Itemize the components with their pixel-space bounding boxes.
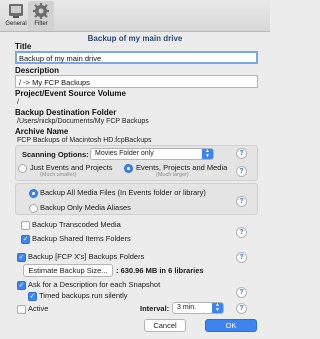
- interval-value: 3 min.: [177, 304, 197, 311]
- events-media-label[interactable]: Events, Projects and Media: [136, 163, 227, 172]
- events-media-note: (Much larger): [156, 172, 189, 178]
- toolbar-filter-button[interactable]: Filter: [28, 1, 54, 31]
- toolbar-filter-label: Filter: [34, 21, 48, 27]
- transcoded-help-icon[interactable]: ?: [236, 227, 247, 238]
- backup-all-media-radio[interactable]: [29, 189, 38, 198]
- transcoded-label[interactable]: Backup Transcoded Media: [32, 220, 121, 229]
- ok-button[interactable]: OK: [205, 319, 257, 332]
- backup-aliases-label[interactable]: Backup Only Media Aliases: [40, 203, 131, 212]
- destination-label: Backup Destination Folder: [15, 108, 117, 117]
- interval-chevron-icon: ▲ ▼: [212, 303, 223, 313]
- popup-chevron-icon: ▲ ▼: [202, 149, 213, 159]
- scanning-options-label: Scanning Options:: [22, 150, 89, 159]
- destination-value: /Users/nickp/Documents/My FCP Backups: [17, 118, 149, 125]
- just-events-label[interactable]: Just Events and Projects: [30, 163, 113, 172]
- toolbar-general-button[interactable]: General: [3, 1, 29, 31]
- title-label: Title: [15, 42, 32, 51]
- cancel-button[interactable]: Cancel: [144, 319, 186, 332]
- scan-mode-help-icon[interactable]: ?: [236, 166, 247, 177]
- scanning-options-value: Movies Folder only: [95, 150, 154, 157]
- interval-popup[interactable]: 3 min. ▲ ▼: [172, 302, 224, 314]
- fcpx-backups-checkbox[interactable]: ✓: [17, 253, 26, 262]
- media-help-icon[interactable]: ?: [236, 196, 247, 207]
- general-icon: [9, 4, 23, 18]
- active-checkbox[interactable]: [17, 305, 26, 314]
- shared-items-label[interactable]: Backup Shared Items Folders: [32, 234, 131, 243]
- preferences-toolbar: General Filter: [0, 0, 270, 32]
- backup-all-media-label[interactable]: Backup All Media Files (In Events folder…: [40, 188, 206, 197]
- timed-silently-checkbox[interactable]: ✓: [28, 292, 37, 301]
- window-title: Backup of my main drive: [87, 34, 183, 43]
- ask-description-checkbox[interactable]: ✓: [17, 281, 26, 290]
- estimate-result: : 630.96 MB in 6 libraries: [116, 266, 204, 275]
- fcpx-help-icon[interactable]: ?: [236, 252, 247, 263]
- events-media-radio[interactable]: [124, 164, 133, 173]
- source-volume-value: /: [17, 99, 19, 106]
- backup-aliases-radio[interactable]: [29, 204, 38, 213]
- description-label: Description: [15, 66, 60, 75]
- archive-name-value: FCP Backups of Macintosh HD.fcpBackups: [17, 137, 152, 144]
- toolbar-general-label: General: [5, 21, 27, 27]
- ask-description-label[interactable]: Ask for a Description for each Snapshot: [28, 280, 160, 289]
- scanning-options-popup[interactable]: Movies Folder only ▲ ▼: [90, 148, 214, 160]
- archive-name-label: Archive Name: [15, 127, 69, 136]
- gear-icon: [33, 3, 49, 19]
- scanning-help-icon[interactable]: ?: [236, 148, 247, 159]
- title-field[interactable]: Backup of my main drive: [15, 51, 258, 64]
- fcpx-backups-label[interactable]: Backup [FCP X's] Backups Folders: [28, 252, 144, 261]
- interval-label: Interval:: [140, 304, 170, 313]
- transcoded-checkbox[interactable]: [21, 221, 30, 230]
- just-events-note: (Much smaller): [40, 172, 77, 178]
- source-volume-label: Project/Event Source Volume: [15, 89, 126, 98]
- ask-description-help-icon[interactable]: ?: [236, 287, 247, 298]
- interval-help-icon[interactable]: ?: [236, 303, 247, 314]
- just-events-radio[interactable]: [18, 164, 27, 173]
- timed-silently-label[interactable]: Timed backups run silently: [39, 291, 128, 300]
- description-field[interactable]: / -> My FCP Backups: [15, 75, 258, 88]
- shared-items-checkbox[interactable]: ✓: [21, 235, 30, 244]
- active-label[interactable]: Active: [28, 304, 48, 313]
- estimate-size-button[interactable]: Estimate Backup Size...: [23, 264, 113, 277]
